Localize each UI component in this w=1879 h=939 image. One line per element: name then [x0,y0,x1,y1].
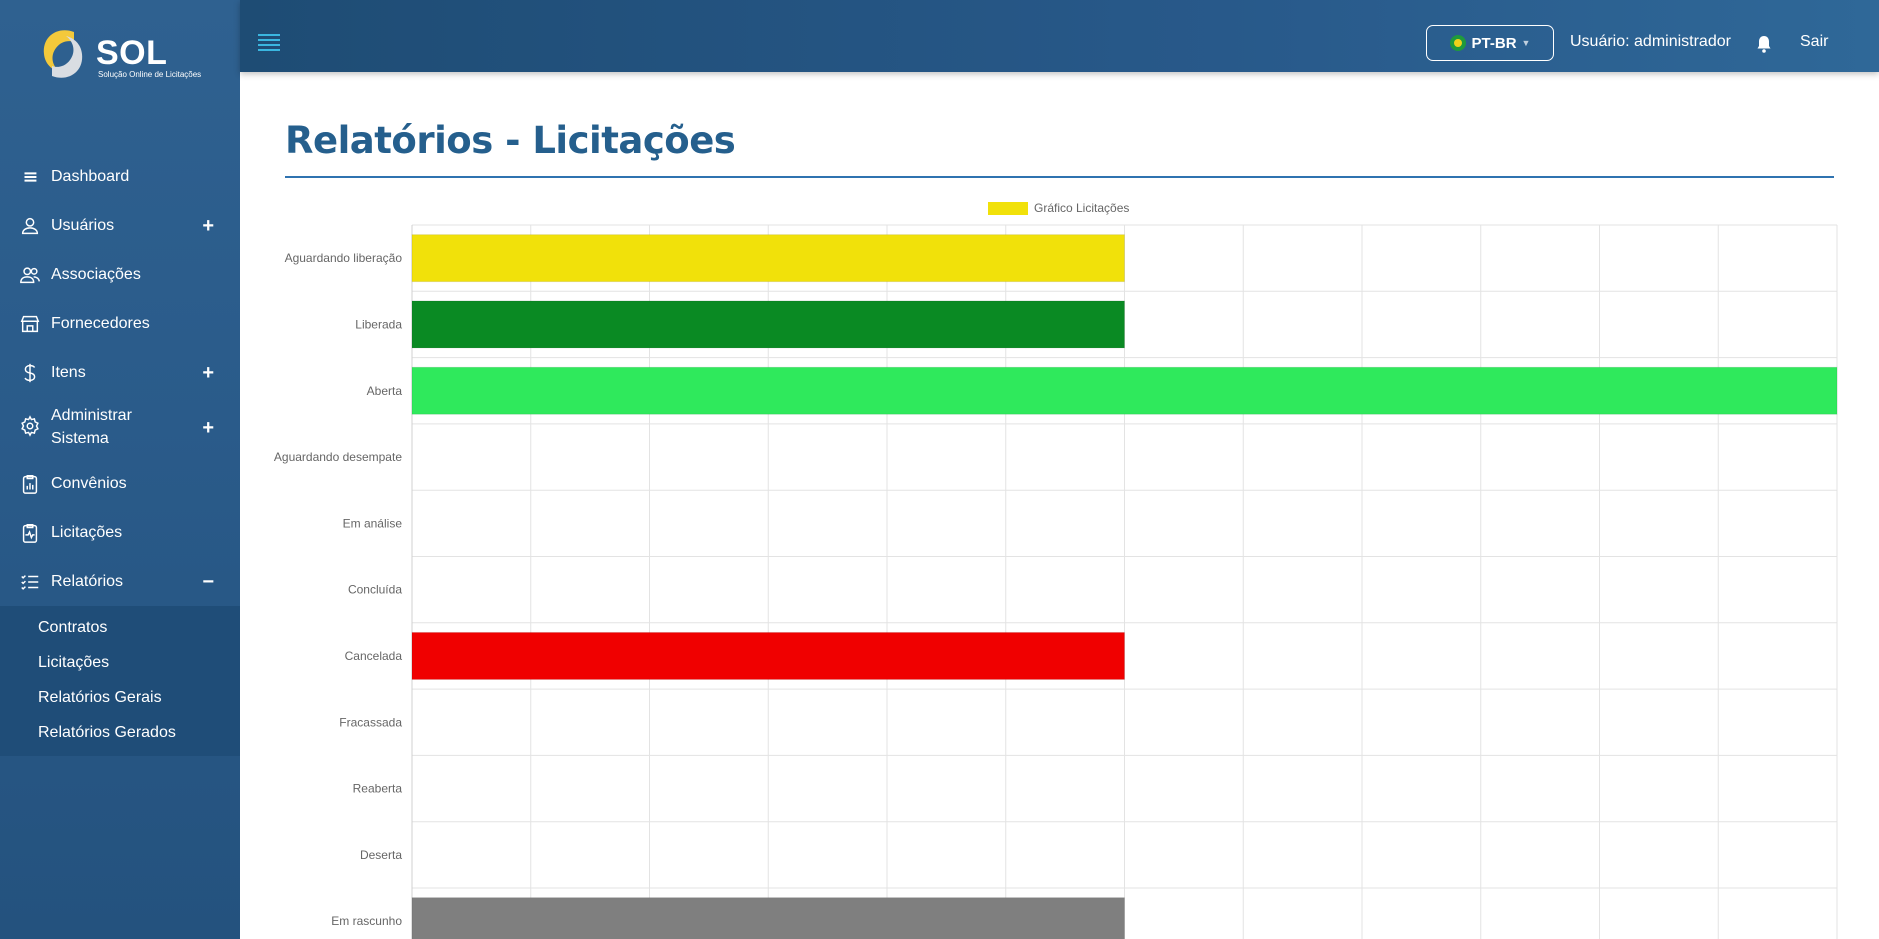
y-tick-label: Aguardando liberação [285,251,403,265]
submenu-item-relatorios-gerais[interactable]: Relatórios Gerais [0,680,240,715]
title-divider [285,176,1834,178]
chart-canvas: Aguardando liberação Liberada Aberta Aguard… [274,224,1838,939]
expand-icon[interactable]: + [202,216,214,236]
sidebar-item-label: Administrar Sistema [51,407,132,447]
sidebar-item-administrar-sistema[interactable]: Administrar Sistema + [0,397,240,459]
menu-toggle-icon[interactable] [258,34,280,51]
relatorios-submenu: Contratos Licitações Relatórios Gerais R… [0,606,240,756]
y-tick-label: Aberta [367,384,403,398]
sidebar-item-label: Convênios [51,474,127,492]
logo-text: SOL [96,34,168,72]
app-root: SOL Solução Online de Licitações Dashboa… [0,0,1879,939]
sidebar-nav: Dashboard Usuários + Associações Fornece… [0,152,240,756]
language-label: PT-BR [1471,34,1517,52]
y-tick-label: Concluída [348,583,402,597]
collapse-icon[interactable]: − [202,572,214,592]
users-icon [18,263,42,287]
bar-liberada[interactable] [411,300,1125,349]
y-tick-label: Liberada [355,317,402,331]
y-tick-label: Deserta [360,848,402,862]
sidebar-item-label: Dashboard [51,167,130,185]
bell-icon[interactable] [1756,35,1772,53]
sidebar-item-convenios[interactable]: Convênios [0,459,240,508]
sidebar-item-label: Relatórios [51,572,124,590]
expand-icon[interactable]: + [202,418,214,438]
list-icon [18,165,42,189]
user-icon [18,214,42,238]
y-tick-label: Em análise [343,516,403,530]
sidebar-item-label: Itens [51,363,86,381]
expand-icon[interactable]: + [202,363,214,383]
logo[interactable]: SOL Solução Online de Licitações [38,26,208,84]
submenu-item-relatorios-gerados[interactable]: Relatórios Gerados [0,715,240,750]
logo-icon [43,30,83,78]
language-selector[interactable]: PT-BR ▼ [1426,25,1554,61]
clipboard-chart-icon [18,472,42,496]
dollar-icon [18,361,42,385]
y-tick-label: Fracassada [339,715,402,729]
user-label: Usuário: administrador [1570,33,1731,50]
sidebar-item-dashboard[interactable]: Dashboard [0,152,240,201]
chevron-down-icon: ▼ [1521,38,1531,48]
y-tick-label: Aguardando desempate [274,450,402,464]
clipboard-pulse-icon [18,521,42,545]
submenu-item-contratos[interactable]: Contratos [0,610,240,645]
sidebar-item-usuarios[interactable]: Usuários + [0,201,240,250]
store-icon [18,312,42,336]
y-tick-label: Em rascunho [331,914,402,928]
page-title: Relatórios - Licitações [285,119,736,162]
sidebar-item-fornecedores[interactable]: Fornecedores [0,299,240,348]
sidebar-item-label: Usuários [51,216,115,234]
y-tick-label: Reaberta [353,782,403,796]
bar-chart: Gráfico Licitações Aguardando liberação L… [240,190,1879,939]
sidebar-item-licitacoes[interactable]: Licitações [0,508,240,557]
bar-aguardando-libera-o[interactable] [411,234,1125,283]
sidebar-item-associacoes[interactable]: Associações [0,250,240,299]
topbar: PT-BR ▼ Usuário: administrador Sair [240,0,1879,72]
bar-cancelada[interactable] [411,631,1125,680]
bar-em-rascunho[interactable] [411,897,1125,939]
brazil-flag-icon [1449,35,1466,51]
sidebar-item-label: Licitações [51,523,123,541]
checklist-icon [18,570,42,594]
sidebar-item-itens[interactable]: Itens + [0,348,240,397]
sidebar-item-relatorios[interactable]: Relatórios − [0,557,240,606]
submenu-item-licitacoes[interactable]: Licitações [0,645,240,680]
sidebar: SOL Solução Online de Licitações Dashboa… [0,0,240,939]
bar-aberta[interactable] [411,366,1838,415]
logo-subtitle: Solução Online de Licitações [98,70,202,79]
sidebar-item-label: Fornecedores [51,314,150,332]
sidebar-item-label: Associações [51,265,141,283]
gear-icon [18,414,42,438]
y-tick-label: Cancelada [345,649,403,663]
logout-button[interactable]: Sair [1800,33,1828,51]
